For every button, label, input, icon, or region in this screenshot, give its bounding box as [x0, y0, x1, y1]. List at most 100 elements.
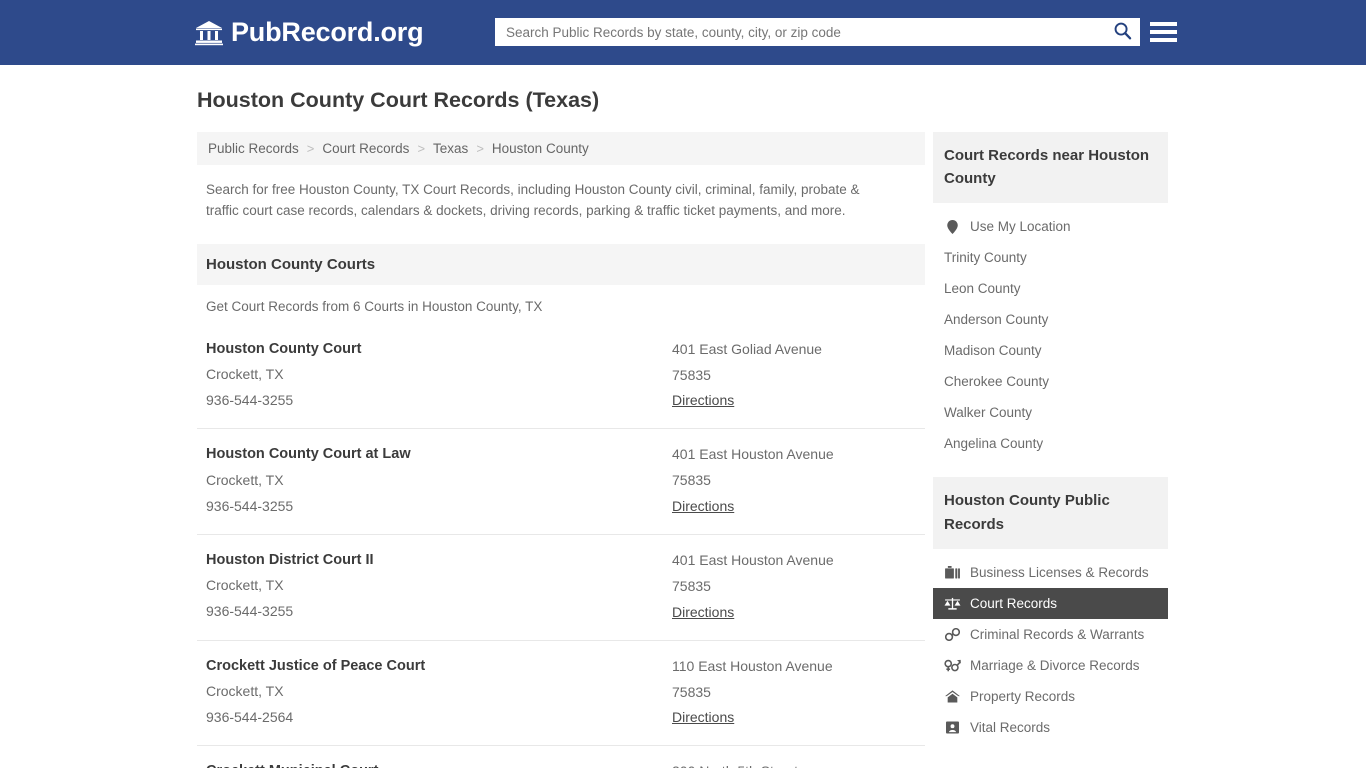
court-name: Houston County Court at Law	[206, 446, 411, 463]
court-address-block: 200 North 5th Street 75835 Directions	[672, 759, 916, 768]
sidebar-item-use-my-location[interactable]: Use My Location	[933, 211, 1168, 242]
table-row: Houston County Court at Law Crockett, TX…	[197, 429, 925, 535]
map-pin-icon	[944, 219, 961, 234]
court-city: Crockett, TX	[206, 577, 284, 594]
court-phone: 936-544-3255	[206, 497, 294, 514]
sidebar-item-madison-county[interactable]: Madison County	[933, 335, 1168, 366]
court-zip: 75835	[672, 577, 711, 594]
hamburger-menu-icon-bar	[1150, 38, 1177, 42]
sidebar-item-court-records[interactable]: Court Records	[933, 587, 1168, 619]
hamburger-menu-icon-bar	[1150, 22, 1177, 26]
search-input[interactable]	[496, 19, 1105, 45]
court-address: 401 East Goliad Avenue	[672, 340, 822, 357]
certificate-icon	[944, 720, 961, 735]
court-details: Houston County Court Crockett, TX 936-54…	[206, 337, 672, 415]
search-bar	[495, 18, 1140, 46]
court-details: Houston District Court II Crockett, TX 9…	[206, 548, 672, 626]
main-content: Public Records > Court Records > Texas >…	[197, 131, 925, 768]
scales-of-justice-icon	[944, 596, 961, 611]
breadcrumb-item-public-records[interactable]: Public Records	[206, 141, 301, 156]
court-address: 401 East Houston Avenue	[672, 446, 834, 463]
gender-symbols-icon	[944, 658, 961, 673]
sidebar-nearby-heading: Court Records near Houston County	[933, 131, 1168, 204]
sidebar-item-property-records[interactable]: Property Records	[933, 681, 1168, 712]
sidebar-public-records-heading: Houston County Public Records	[933, 477, 1168, 549]
court-phone: 936-544-3255	[206, 603, 294, 620]
page-body: Houston County Court Records (Texas) Pub…	[0, 65, 1366, 768]
court-address-block: 110 East Houston Avenue 75835 Directions	[672, 654, 916, 732]
hamburger-menu-button[interactable]	[1150, 19, 1177, 45]
table-row: Houston District Court II Crockett, TX 9…	[197, 535, 925, 641]
court-zip: 75835	[672, 366, 711, 383]
house-icon	[944, 689, 961, 704]
table-row: Crockett Justice of Peace Court Crockett…	[197, 641, 925, 747]
court-details: Houston County Court at Law Crockett, TX…	[206, 442, 672, 520]
sidebar-item-label: Anderson County	[944, 312, 1049, 328]
breadcrumb-separator: >	[417, 140, 426, 156]
sidebar-item-cherokee-county[interactable]: Cherokee County	[933, 366, 1168, 397]
sidebar-item-marriage-divorce-records[interactable]: Marriage & Divorce Records	[933, 650, 1168, 681]
court-name: Houston County Court	[206, 340, 362, 357]
briefcase-icon	[944, 565, 961, 580]
directions-link[interactable]: Directions	[672, 705, 734, 731]
court-address: 200 North 5th Street	[672, 759, 916, 768]
court-zip: 75835	[672, 683, 711, 700]
site-header: PubRecord.org	[0, 0, 1366, 65]
court-city: Crockett, TX	[206, 366, 284, 383]
sidebar-item-label: Madison County	[944, 343, 1042, 359]
page-intro-text: Search for free Houston County, TX Court…	[206, 181, 860, 218]
sidebar-item-label: Criminal Records & Warrants	[970, 626, 1145, 642]
sidebar-item-label: Angelina County	[944, 436, 1044, 452]
search-button[interactable]	[1105, 19, 1139, 45]
sidebar-item-label: Marriage & Divorce Records	[970, 657, 1140, 673]
court-address: 110 East Houston Avenue	[672, 657, 833, 674]
courts-section-subheading: Get Court Records from 6 Courts in Houst…	[206, 298, 543, 314]
content-columns: Public Records > Court Records > Texas >…	[197, 131, 1366, 768]
courts-list: Houston County Court Crockett, TX 936-54…	[197, 324, 925, 768]
directions-link[interactable]: Directions	[672, 600, 734, 626]
sidebar-item-leon-county[interactable]: Leon County	[933, 273, 1168, 304]
breadcrumb-item-court-records[interactable]: Court Records	[320, 141, 411, 156]
sidebar-item-vital-records[interactable]: Vital Records	[933, 712, 1168, 743]
court-details: Crockett Justice of Peace Court Crockett…	[206, 654, 672, 732]
sidebar-item-label: Leon County	[944, 281, 1021, 297]
search-icon	[1113, 21, 1132, 43]
sidebar-item-anderson-county[interactable]: Anderson County	[933, 304, 1168, 335]
court-zip: 75835	[672, 472, 711, 489]
sidebar-nearby-list: Use My Location Trinity County Leon Coun…	[933, 211, 1168, 459]
breadcrumb: Public Records > Court Records > Texas >…	[197, 131, 925, 165]
sidebar-item-label: Business Licenses & Records	[970, 564, 1149, 580]
bank-building-icon	[195, 20, 223, 46]
handcuffs-icon	[944, 627, 961, 642]
sidebar-item-label: Use My Location	[970, 219, 1071, 235]
sidebar-item-label: Walker County	[944, 405, 1033, 421]
sidebar-item-walker-county[interactable]: Walker County	[933, 397, 1168, 428]
sidebar-item-angelina-county[interactable]: Angelina County	[933, 428, 1168, 459]
page-title: Houston County Court Records (Texas)	[197, 88, 600, 112]
court-city: Crockett, TX	[206, 683, 284, 700]
directions-link[interactable]: Directions	[672, 494, 734, 520]
sidebar-item-trinity-county[interactable]: Trinity County	[933, 242, 1168, 273]
breadcrumb-separator: >	[476, 140, 484, 156]
courts-section-heading: Houston County Courts	[197, 243, 925, 285]
hamburger-menu-icon-bar	[1150, 30, 1177, 34]
sidebar-item-label: Cherokee County	[944, 374, 1050, 390]
court-details: Crockett Municipal Court Crockett, TX 93…	[206, 759, 672, 768]
sidebar-item-business-licenses[interactable]: Business Licenses & Records	[933, 557, 1168, 588]
sidebar-item-label: Vital Records	[970, 719, 1051, 735]
sidebar-divider	[933, 459, 1168, 477]
breadcrumb-item-houston-county[interactable]: Houston County	[490, 141, 591, 156]
court-name: Crockett Justice of Peace Court	[206, 657, 426, 674]
site-logo-link[interactable]: PubRecord.org	[195, 19, 424, 46]
breadcrumb-separator: >	[306, 140, 315, 156]
court-address-block: 401 East Goliad Avenue 75835 Directions	[672, 337, 916, 415]
directions-link[interactable]: Directions	[672, 388, 734, 414]
court-phone: 936-544-3255	[206, 391, 294, 408]
sidebar: Court Records near Houston County Use My…	[933, 131, 1168, 743]
table-row: Houston County Court Crockett, TX 936-54…	[197, 324, 925, 430]
breadcrumb-item-texas[interactable]: Texas	[431, 141, 470, 156]
court-name: Houston District Court II	[206, 551, 374, 568]
court-address-block: 401 East Houston Avenue 75835 Directions	[672, 442, 916, 520]
sidebar-item-label: Trinity County	[944, 250, 1027, 266]
sidebar-item-criminal-records[interactable]: Criminal Records & Warrants	[933, 619, 1168, 650]
